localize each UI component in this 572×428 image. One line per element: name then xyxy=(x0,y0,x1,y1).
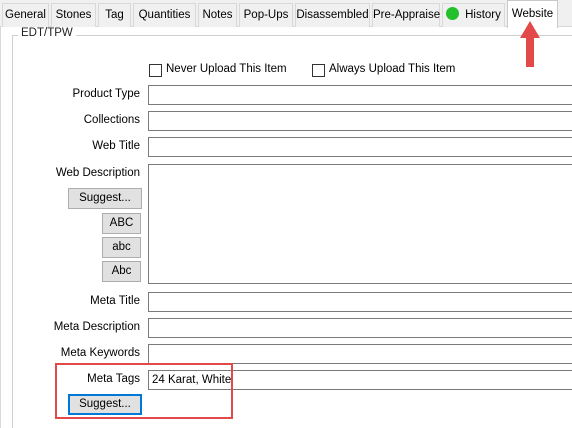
tab-label: Notes xyxy=(202,9,233,21)
title-case-button[interactable]: Abc xyxy=(102,261,141,282)
tab-pre-appraise[interactable]: Pre-Appraise xyxy=(372,3,440,27)
never-upload-box[interactable] xyxy=(149,64,162,77)
lower-case-button[interactable]: abc xyxy=(102,237,141,258)
tab-history[interactable]: History xyxy=(442,3,505,27)
tab-notes[interactable]: Notes xyxy=(198,3,237,27)
meta-description-label: Meta Description xyxy=(53,321,140,333)
tab-tag[interactable]: Tag xyxy=(98,3,131,27)
always-upload-checkbox[interactable]: Always Upload This Item xyxy=(312,63,472,79)
collections-label: Collections xyxy=(83,114,140,126)
tab-label: Pop-Ups xyxy=(243,9,289,21)
tab-quantities[interactable]: Quantities xyxy=(133,3,196,27)
up-arrow-icon xyxy=(520,21,540,67)
tab-pop-ups[interactable]: Pop-Ups xyxy=(239,3,293,27)
collections-input[interactable] xyxy=(148,111,572,131)
upper-case-button[interactable]: ABC xyxy=(102,213,141,234)
tab-label: General xyxy=(5,9,46,21)
web-description-label: Web Description xyxy=(55,167,140,179)
green-status-dot-icon xyxy=(446,7,460,20)
group-title: EDT/TPW xyxy=(18,27,76,39)
meta-title-label: Meta Title xyxy=(90,295,140,307)
web-description-textarea[interactable] xyxy=(148,164,572,284)
meta-keywords-input[interactable] xyxy=(148,344,572,364)
annotation-highlight-box xyxy=(55,363,233,419)
always-upload-box[interactable] xyxy=(312,64,325,77)
tab-label: Stones xyxy=(55,9,92,21)
tab-general[interactable]: General xyxy=(2,3,49,27)
suggest-description-button[interactable]: Suggest... xyxy=(68,188,142,209)
always-upload-label: Always Upload This Item xyxy=(329,63,456,75)
meta-description-input[interactable] xyxy=(148,318,572,338)
meta-title-input[interactable] xyxy=(148,292,572,312)
never-upload-label: Never Upload This Item xyxy=(166,63,287,75)
product-type-input[interactable] xyxy=(148,85,572,105)
tab-label: Quantities xyxy=(138,9,191,21)
web-title-input[interactable] xyxy=(148,137,572,157)
tab-label: History xyxy=(465,9,501,21)
product-type-label: Product Type xyxy=(72,88,140,100)
web-title-label: Web Title xyxy=(92,140,140,152)
tab-stones[interactable]: Stones xyxy=(51,3,96,27)
tab-label: Disassembled xyxy=(296,9,369,21)
tab-label: Pre-Appraise xyxy=(373,9,441,21)
tab-label: Tag xyxy=(105,9,124,21)
tab-disassembled[interactable]: Disassembled xyxy=(295,3,370,27)
meta-keywords-label: Meta Keywords xyxy=(60,347,140,359)
tab-bar: General Stones Tag Quantities Notes Pop-… xyxy=(0,0,572,28)
never-upload-checkbox[interactable]: Never Upload This Item xyxy=(149,63,299,79)
